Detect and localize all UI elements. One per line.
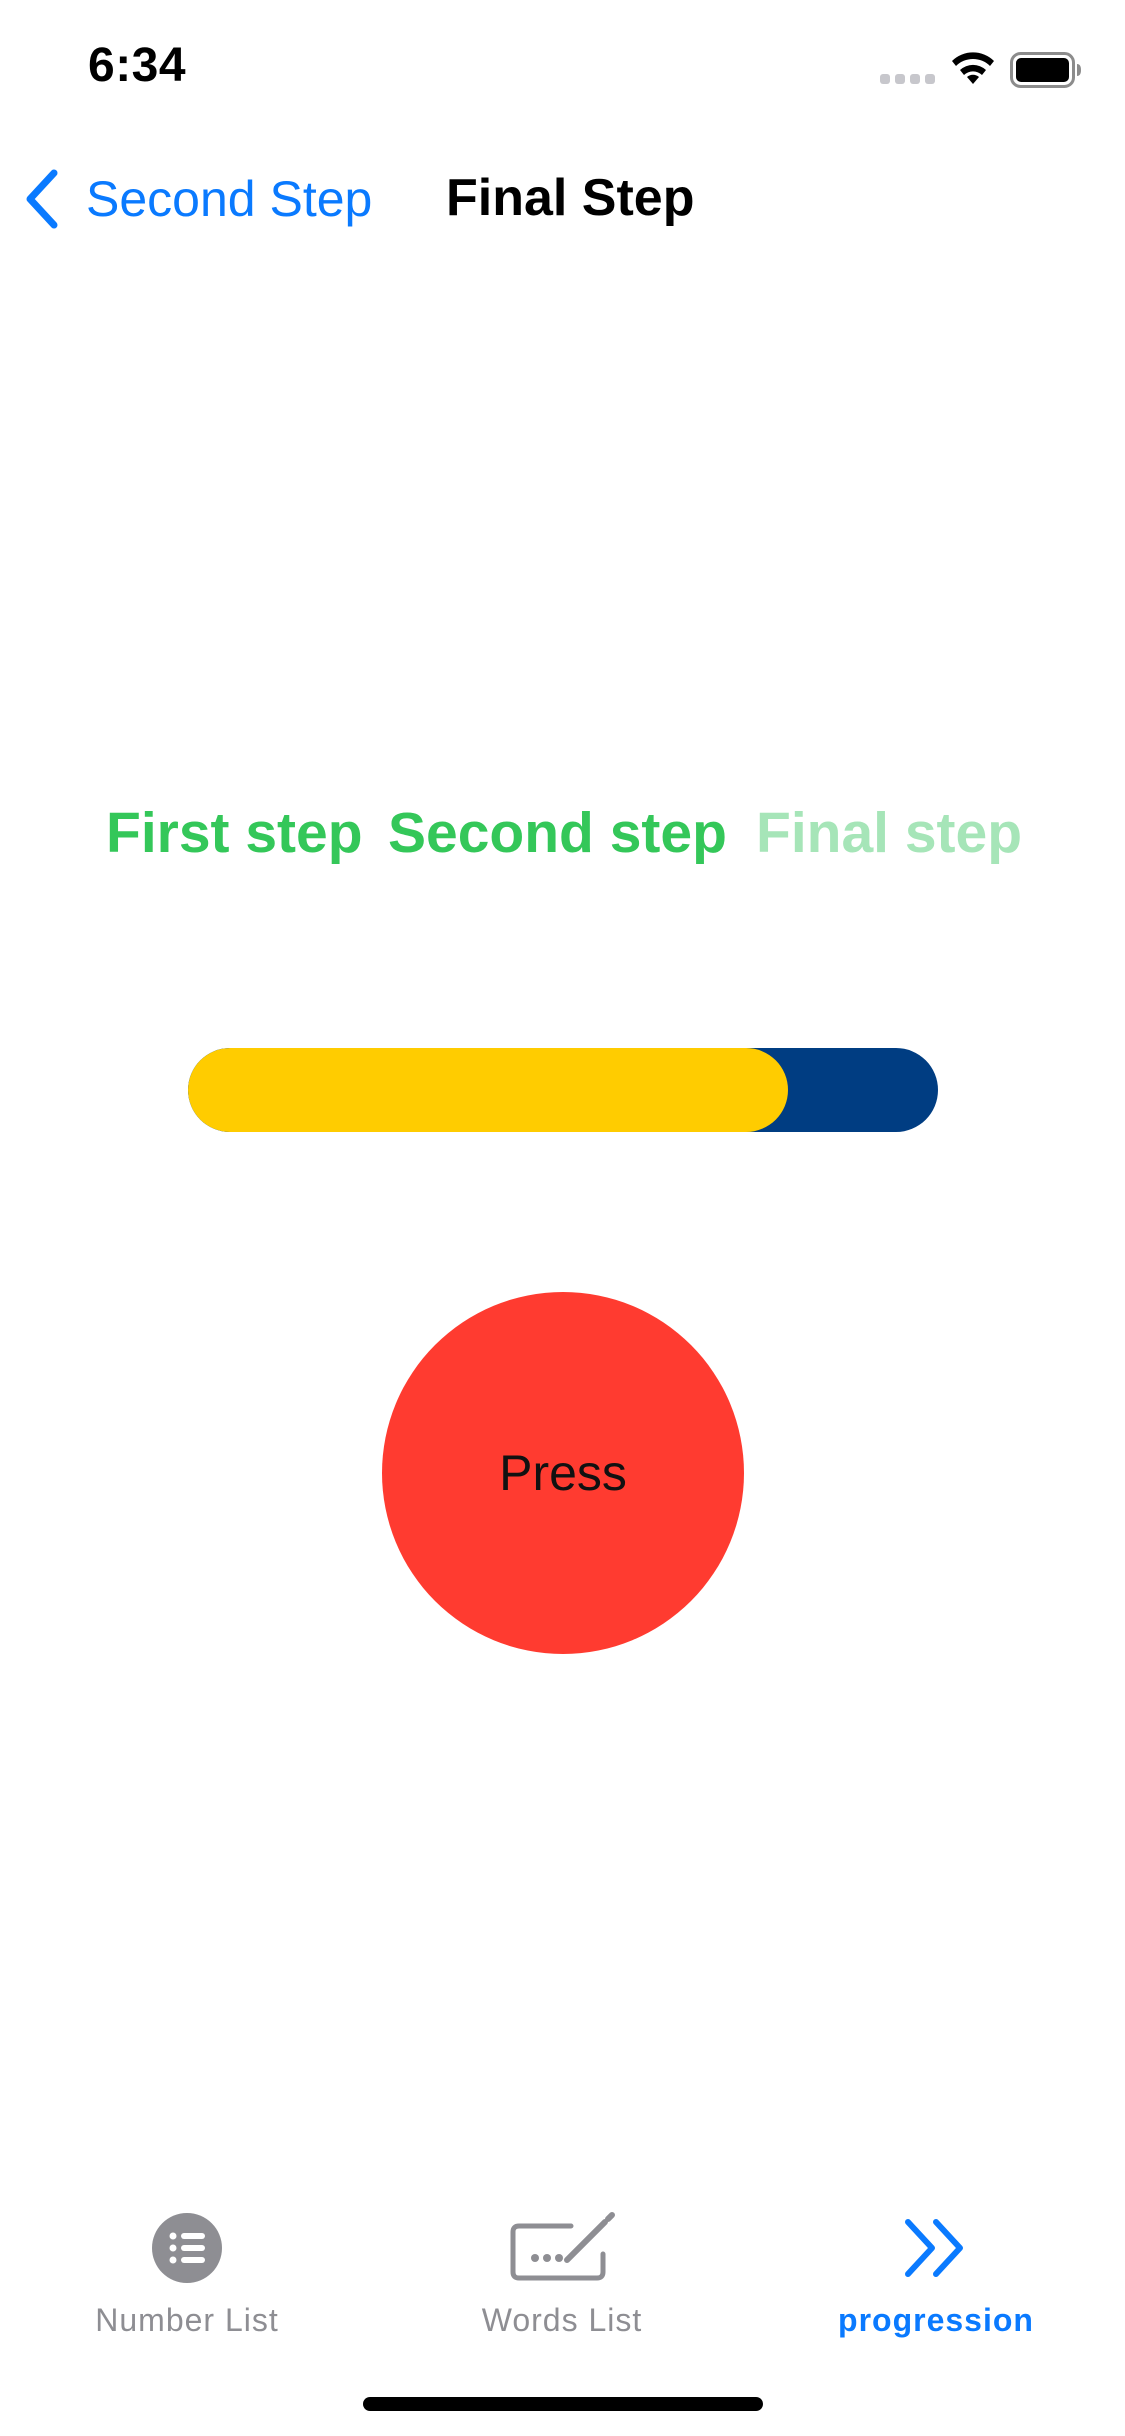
- step-indicator: First step Second step Final step: [0, 800, 1125, 870]
- back-button-label: Second Step: [86, 171, 373, 227]
- tab-label: Number List: [95, 2302, 279, 2338]
- tab-label: progression: [838, 2302, 1034, 2338]
- chevron-left-icon: [26, 169, 58, 229]
- tab-bar: Number List Words List progression: [0, 2180, 1125, 2360]
- page-title: Final Step: [446, 169, 695, 227]
- cellular-signal-icon: [880, 74, 935, 84]
- press-button-label: Press: [499, 1445, 627, 1501]
- step-label-first: First step: [106, 801, 363, 865]
- press-button[interactable]: Press: [382, 1292, 744, 1654]
- keyboard-pencil-icon: [507, 2208, 617, 2288]
- chevron-forward-double-icon: [881, 2208, 991, 2288]
- list-bullet-circle-icon: [132, 2208, 242, 2288]
- status-bar: 6:34: [0, 0, 1125, 140]
- home-indicator: [363, 2397, 763, 2411]
- wifi-icon: [952, 52, 994, 84]
- tab-words-list[interactable]: Words List: [432, 2180, 692, 2350]
- progress-bar: [188, 1048, 938, 1132]
- battery-icon: [1010, 52, 1081, 88]
- step-label-second: Second step: [388, 801, 727, 865]
- tab-number-list[interactable]: Number List: [57, 2180, 317, 2350]
- tab-progression[interactable]: progression: [806, 2180, 1066, 2350]
- progress-bar-fill: [188, 1048, 788, 1132]
- step-label-final: Final step: [756, 801, 1023, 865]
- tab-label: Words List: [481, 2302, 643, 2338]
- back-button[interactable]: Second Step: [22, 166, 372, 232]
- status-time: 6:34: [88, 39, 187, 92]
